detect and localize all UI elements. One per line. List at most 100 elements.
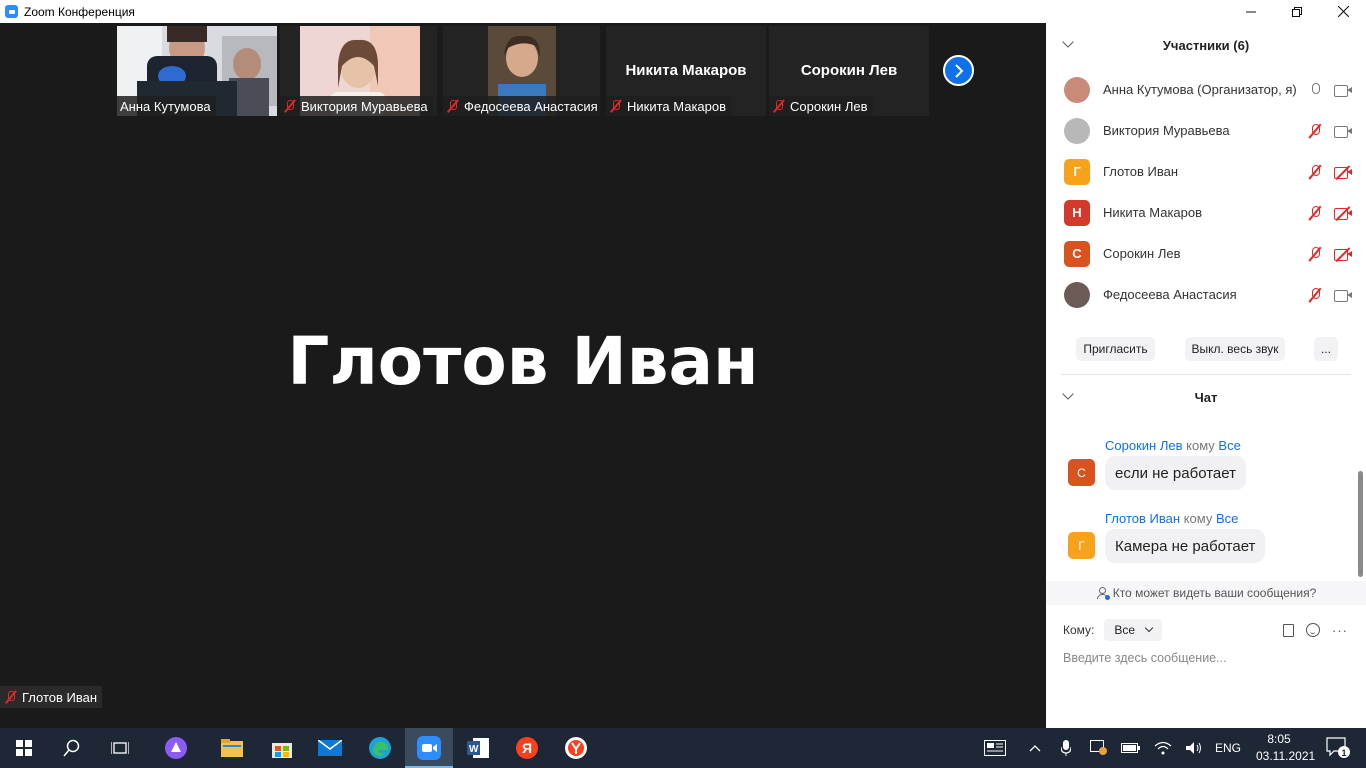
title-bar: Zoom Конференция <box>0 0 1366 23</box>
message-target[interactable]: Все <box>1218 438 1240 453</box>
tray-microphone[interactable] <box>1056 728 1076 768</box>
chat-message-input[interactable] <box>1063 648 1353 668</box>
word-button[interactable]: W <box>454 728 502 768</box>
participant-name: Федосеева Анастасия <box>464 98 598 114</box>
participants-header: Участники (6) <box>1046 23 1366 67</box>
video-thumbnail-anna[interactable]: Анна Кутумова <box>117 26 277 116</box>
sync-icon <box>1090 740 1107 755</box>
thumbnail-name-label: Никита Макаров <box>606 96 732 116</box>
tray-sync[interactable] <box>1088 728 1110 768</box>
video-thumbnail-viktoria[interactable]: Виктория Муравьева <box>280 26 437 116</box>
tray-expand-button[interactable] <box>1024 728 1046 768</box>
camera-off-icon[interactable] <box>1334 247 1352 261</box>
message-target[interactable]: Все <box>1216 511 1238 526</box>
participant-row[interactable]: Виктория Муравьева <box>1046 110 1366 151</box>
participant-row[interactable]: Н Никита Макаров <box>1046 192 1366 233</box>
chat-tools: ··· <box>1283 623 1348 638</box>
side-panel: Участники (6) Анна Кутумова (Организатор… <box>1046 23 1366 728</box>
participant-avatar <box>1064 76 1090 103</box>
camera-icon[interactable] <box>1334 288 1352 302</box>
speaker-label-text: Глотов Иван <box>22 689 98 705</box>
tray-news-icon[interactable] <box>980 728 1010 768</box>
mic-muted-icon[interactable] <box>1308 123 1322 139</box>
mic-icon[interactable] <box>1308 82 1322 98</box>
camera-icon[interactable] <box>1334 83 1352 97</box>
mail-button[interactable] <box>306 728 354 768</box>
mute-all-button[interactable]: Выкл. весь звук <box>1185 337 1285 361</box>
message-to-word: кому <box>1186 438 1215 453</box>
yandex-browser-button[interactable] <box>552 728 600 768</box>
file-icon[interactable] <box>1283 623 1294 637</box>
recipient-select[interactable]: Все <box>1104 619 1163 641</box>
participant-status-icons <box>1308 82 1352 98</box>
muted-mic-icon <box>772 99 786 113</box>
notifications-button[interactable]: 1 <box>1318 728 1358 768</box>
more-options-button[interactable]: ... <box>1314 337 1338 361</box>
participant-row[interactable]: Федосеева Анастасия <box>1046 274 1366 315</box>
participant-row[interactable]: С Сорокин Лев <box>1046 233 1366 274</box>
participant-name: Сорокин Лев <box>1103 246 1181 261</box>
alice-assistant-button[interactable] <box>152 728 200 768</box>
chat-scrollbar[interactable] <box>1358 471 1363 577</box>
thumbnail-strip: Анна Кутумова Виктория Муравьева Федосее… <box>0 23 1046 119</box>
camera-off-icon[interactable] <box>1334 206 1352 220</box>
tray-language[interactable]: ENG <box>1212 728 1244 768</box>
news-icon <box>984 740 1006 756</box>
muted-mic-icon <box>4 690 18 704</box>
minimize-icon <box>1246 11 1256 12</box>
minimize-button[interactable] <box>1228 0 1274 23</box>
yandex-browser-icon <box>565 737 587 759</box>
mic-muted-icon[interactable] <box>1308 164 1322 180</box>
microsoft-store-button[interactable] <box>258 728 306 768</box>
message-to-word: кому <box>1183 511 1213 526</box>
participant-row[interactable]: Анна Кутумова (Организатор, я) <box>1046 69 1366 110</box>
chat-message-header: Сорокин Лев кому Все <box>1105 438 1241 453</box>
muted-mic-icon <box>446 99 460 113</box>
chat-header: Чат <box>1046 383 1366 411</box>
message-sender[interactable]: Глотов Иван <box>1105 511 1180 526</box>
mic-muted-icon[interactable] <box>1308 287 1322 303</box>
message-sender[interactable]: Сорокин Лев <box>1105 438 1183 453</box>
chevron-up-icon <box>1029 745 1041 752</box>
more-horizontal-icon[interactable]: ··· <box>1332 623 1348 638</box>
tray-volume[interactable] <box>1184 728 1206 768</box>
zoom-app-button[interactable] <box>405 728 453 768</box>
yandex-button[interactable]: Я <box>503 728 551 768</box>
thumbnail-name-label: Анна Кутумова <box>117 96 216 116</box>
battery-icon <box>1121 743 1140 753</box>
message-avatar: Г <box>1068 532 1095 559</box>
emoji-icon[interactable] <box>1306 623 1320 637</box>
participant-avatar: Н <box>1064 199 1090 226</box>
camera-off-icon[interactable] <box>1334 165 1352 179</box>
taskbar-clock[interactable]: 8:05 03.11.2021 <box>1256 731 1315 765</box>
mail-icon <box>318 740 342 756</box>
edge-icon <box>369 737 391 759</box>
start-button[interactable] <box>0 728 48 768</box>
mic-muted-icon[interactable] <box>1308 205 1322 221</box>
file-explorer-button[interactable] <box>208 728 256 768</box>
participant-status-icons <box>1308 164 1352 180</box>
close-button[interactable] <box>1320 0 1366 23</box>
participant-row[interactable]: Г Глотов Иван <box>1046 151 1366 192</box>
invite-button[interactable]: Пригласить <box>1076 337 1155 361</box>
participant-display-name: Сорокин Лев <box>800 62 898 79</box>
mic-muted-icon[interactable] <box>1308 246 1322 262</box>
video-thumbnail-sorokin[interactable]: Сорокин Лев Сорокин Лев <box>769 26 929 116</box>
next-page-button[interactable] <box>943 55 974 86</box>
camera-icon[interactable] <box>1334 124 1352 138</box>
store-icon <box>272 743 292 758</box>
video-thumbnail-nikita[interactable]: Никита Макаров Никита Макаров <box>606 26 766 116</box>
video-thumbnail-fedoseeva[interactable]: Федосеева Анастасия <box>443 26 600 116</box>
tray-wifi[interactable] <box>1152 728 1174 768</box>
folder-icon <box>221 739 243 757</box>
panel-divider <box>1061 374 1351 375</box>
restore-button[interactable] <box>1274 0 1320 23</box>
restore-icon <box>1292 6 1302 17</box>
tray-battery[interactable] <box>1120 728 1142 768</box>
edge-browser-button[interactable] <box>356 728 404 768</box>
search-icon <box>63 739 80 757</box>
word-icon: W <box>467 738 489 758</box>
who-can-see-link[interactable]: Кто может видеть ваши сообщения? <box>1046 581 1366 605</box>
task-view-button[interactable] <box>96 728 144 768</box>
search-button[interactable] <box>48 728 96 768</box>
